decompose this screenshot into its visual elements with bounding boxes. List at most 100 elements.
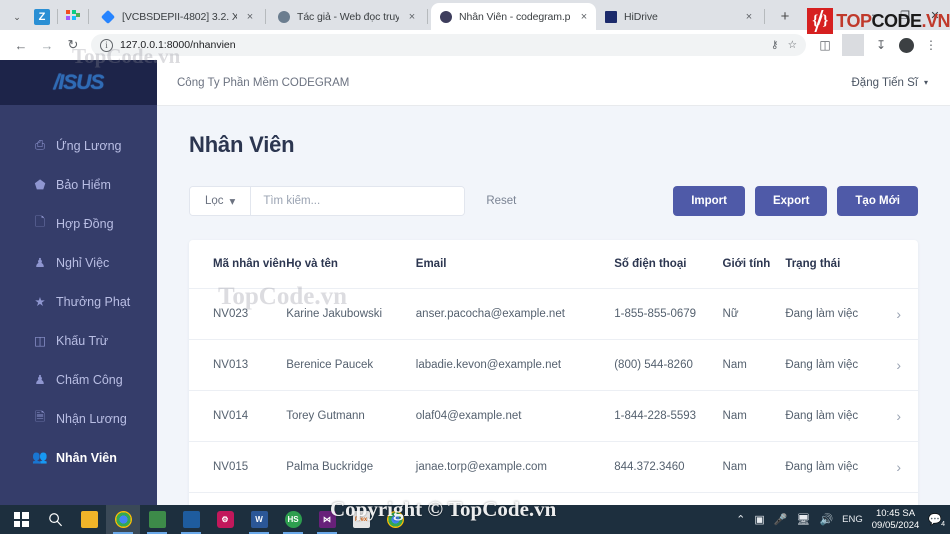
file-explorer-icon[interactable] (72, 505, 106, 534)
chrome-menu-icon[interactable]: ⋮ (920, 34, 942, 56)
brand-logo[interactable]: /ISUS (0, 60, 157, 105)
column-header-gender[interactable]: Giới tính (722, 240, 786, 289)
chrome-secondary-icon[interactable] (378, 505, 412, 534)
plex-icon[interactable]: Plex (344, 505, 378, 534)
cell-phone: 1-844-228-5593 (614, 390, 723, 442)
divider (57, 9, 58, 24)
close-icon[interactable]: × (578, 11, 590, 23)
row-chevron-icon[interactable]: › (879, 288, 918, 340)
divider (842, 34, 864, 56)
close-icon[interactable]: × (406, 11, 418, 23)
topcode-mark-icon: {/} (807, 8, 834, 34)
column-header-email[interactable]: Email (415, 240, 615, 289)
forward-button[interactable]: → (34, 32, 60, 58)
export-button[interactable]: Export (754, 186, 828, 216)
close-icon[interactable]: × (244, 11, 256, 23)
cell-status: Đang làm việc (785, 390, 880, 442)
address-bar[interactable]: i 127.0.0.1:8000/nhanvien ⚷ ☆ (91, 34, 806, 56)
sidebar-item-cham-cong[interactable]: ♟ Chấm Công (0, 360, 157, 399)
browser-tab[interactable]: Tác giả - Web đọc truyện × (269, 3, 424, 30)
figma-grid-icon[interactable] (65, 9, 81, 25)
sidebar-item-nhan-vien[interactable]: 👥 Nhân Viên (0, 438, 157, 477)
cell-email: labadie.kevon@example.net (415, 339, 615, 391)
cell-name: Torey Gutmann (286, 390, 416, 442)
cell-gender: Nam (722, 390, 786, 442)
page-viewport: /ISUS ⎙ Ứng Lương ⬟ Bảo Hiểm 🗋 Hợp Đồng … (0, 60, 950, 505)
site-info-icon[interactable]: i (100, 38, 113, 52)
sidebar-item-nghi-viec[interactable]: ♟ Nghỉ Việc (0, 243, 157, 282)
column-header-phone[interactable]: Số điện thoại (614, 240, 723, 289)
blue-app-icon[interactable] (174, 505, 208, 534)
search-input[interactable] (251, 187, 465, 215)
windows-start-icon[interactable] (4, 505, 38, 534)
table-row[interactable]: NV015 Palma Buckridge janae.torp@example… (189, 441, 918, 493)
user-menu[interactable]: Đặng Tiến Sĩ ▾ (852, 77, 929, 89)
visual-studio-icon[interactable]: ⋈ (310, 505, 344, 534)
column-header-status[interactable]: Trạng thái (785, 240, 880, 289)
sidebar-item-label: Hợp Đồng (56, 216, 114, 231)
reset-link[interactable]: Reset (486, 195, 516, 207)
cell-name: Palma Buckridge (286, 441, 416, 493)
language-indicator[interactable]: ENG (842, 514, 863, 525)
sidebar-item-bao-hiem[interactable]: ⬟ Bảo Hiểm (0, 165, 157, 204)
tray-chevron-up-icon[interactable]: ⌃ (736, 513, 745, 526)
filter-dropdown[interactable]: Lọc ▾ (190, 187, 252, 215)
import-button[interactable]: Import (673, 186, 745, 216)
table-row[interactable]: NV023 Karine Jakubowski anser.pacocha@ex… (189, 288, 918, 340)
bookmark-star-icon[interactable]: ☆ (788, 39, 797, 51)
row-chevron-icon[interactable]: › (879, 441, 918, 493)
password-key-icon[interactable]: ⚷ (771, 39, 779, 51)
company-name: Công Ty Phần Mềm CODEGRAM (177, 76, 350, 89)
table-body: NV023 Karine Jakubowski anser.pacocha@ex… (189, 288, 918, 506)
sidebar-item-hop-dong[interactable]: 🗋 Hợp Đồng (0, 204, 157, 243)
row-chevron-icon[interactable]: › (879, 493, 918, 506)
sidebar-item-ung-luong[interactable]: ⎙ Ứng Lương (0, 126, 157, 165)
chrome-icon[interactable] (106, 505, 140, 534)
cell-phone: 1-855-855-0679 (614, 288, 723, 340)
new-tab-button[interactable]: + (774, 5, 796, 27)
shield-icon: ⬟ (34, 178, 46, 192)
table-row[interactable]: NV014 Torey Gutmann olaf04@example.net 1… (189, 390, 918, 442)
row-chevron-icon[interactable]: › (879, 390, 918, 442)
cell-gender: Nữ (722, 288, 786, 340)
browser-tab-active[interactable]: Nhân Viên - codegram.pro × (431, 3, 596, 30)
download-icon[interactable]: ↧ (870, 34, 892, 56)
sidebar-item-khau-tru[interactable]: ◫ Khấu Trừ (0, 321, 157, 360)
reload-button[interactable]: ↻ (60, 32, 86, 58)
clock[interactable]: 10:45 SA 09/05/2024 (872, 508, 920, 532)
earth-app-icon[interactable] (140, 505, 174, 534)
display-icon[interactable]: 🖥 (796, 513, 810, 526)
search-icon[interactable] (38, 505, 72, 534)
pink-gear-app-icon[interactable]: ⚙ (208, 505, 242, 534)
volume-icon[interactable]: 🔊 (819, 513, 833, 526)
cell-email: janae.torp@example.com (415, 441, 615, 493)
camera-icon[interactable]: ▣ (754, 513, 764, 526)
browser-tab[interactable]: [VCBSDEPII-4802] 3.2. Xử lý gán × (92, 3, 262, 30)
table-row[interactable]: NV016 Lafayette Nolan josie51@example.ne… (189, 493, 918, 506)
sidebar-item-label: Nhân Viên (56, 450, 117, 465)
create-new-button[interactable]: Tạo Mới (837, 186, 918, 216)
table-row[interactable]: NV013 Berenice Paucek labadie.kevon@exam… (189, 339, 918, 391)
notification-icon[interactable]: 💬 4 (928, 513, 945, 528)
zotero-icon[interactable]: Z (34, 9, 50, 25)
tab-search-chevron-icon[interactable]: ⌄ (4, 4, 30, 30)
divider (427, 9, 428, 24)
column-header-code[interactable]: Mã nhân viên (189, 240, 287, 289)
sidebar-item-thuong-phat[interactable]: ★ Thưởng Phạt (0, 282, 157, 321)
back-button[interactable]: ← (8, 32, 34, 58)
side-panel-icon[interactable]: ◫ (814, 34, 836, 56)
browser-tab[interactable]: HiDrive × (596, 3, 761, 30)
profile-avatar-icon[interactable] (895, 34, 917, 56)
close-icon[interactable]: × (743, 11, 755, 23)
microphone-icon[interactable]: 🎤 (774, 513, 788, 526)
browser-window: ⌄ Z [VCBSDEPII-4802] 3.2. Xử lý gán × Tá… (0, 0, 950, 505)
cell-phone: 844.372.3460 (614, 441, 723, 493)
chat-bubble-icon (440, 10, 452, 23)
cell-code: NV014 (189, 390, 287, 442)
row-chevron-icon[interactable]: › (879, 339, 918, 391)
employee-table: Mã nhân viên Họ và tên Email Số điện tho… (189, 240, 918, 505)
sidebar-item-nhan-luong[interactable]: 🗎 Nhận Lương (0, 399, 157, 438)
column-header-name[interactable]: Họ và tên (286, 240, 416, 289)
heidisql-icon[interactable]: HS (276, 505, 310, 534)
word-icon[interactable]: W (242, 505, 276, 534)
